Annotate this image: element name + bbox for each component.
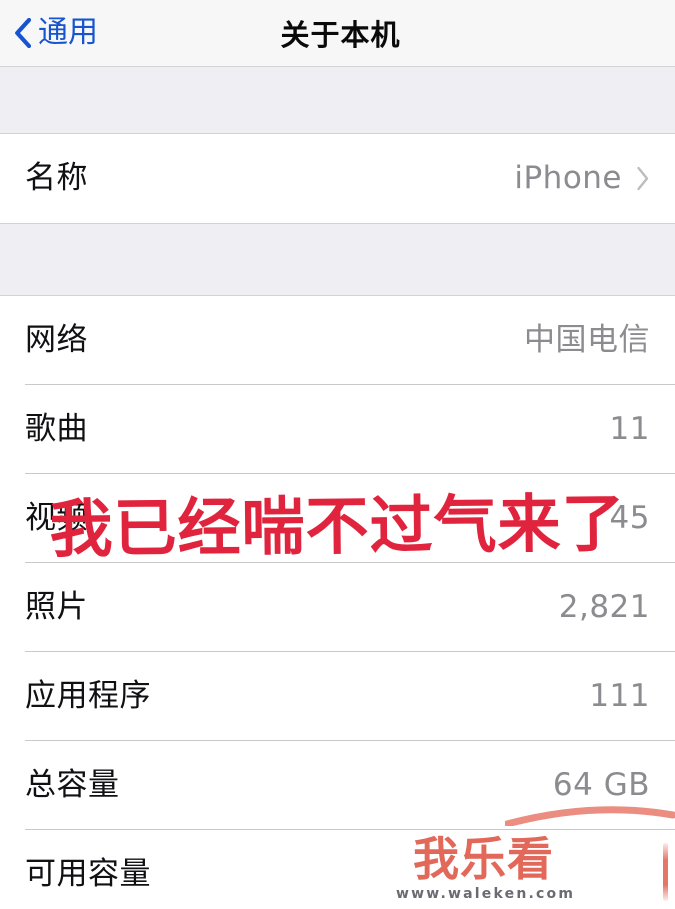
row-accessory-group: iPhone — [514, 163, 650, 194]
row-videos: 视频 45 — [0, 474, 675, 563]
row-accessory-group: 111 — [589, 681, 650, 712]
row-label: 名称 — [25, 160, 88, 196]
page-title: 关于本机 — [280, 18, 401, 52]
section-device-info: 网络 中国电信 歌曲 11 视频 45 照片 2,821 应用程序 111 总容… — [0, 296, 675, 909]
row-device-name[interactable]: 名称 iPhone — [0, 134, 675, 223]
row-label: 歌曲 — [25, 411, 88, 447]
row-value: 2,821 — [558, 589, 650, 625]
row-label: 应用程序 — [25, 678, 151, 714]
row-network: 网络 中国电信 — [0, 296, 675, 385]
row-accessory-group: 11 — [610, 414, 650, 445]
section-device-name: 名称 iPhone — [0, 134, 675, 223]
row-accessory-group: 64 GB — [553, 770, 650, 801]
row-value: iPhone — [514, 160, 622, 196]
navigation-bar: 通用 关于本机 — [0, 0, 675, 67]
row-label: 可用容量 — [25, 856, 151, 892]
row-label: 照片 — [25, 589, 88, 625]
row-accessory-group: 中国电信 — [524, 325, 650, 356]
row-value: 11 — [609, 411, 650, 447]
row-accessory-group: 45 — [610, 503, 650, 534]
row-value: 中国电信 — [524, 322, 650, 358]
section-gap-middle — [0, 223, 675, 296]
row-label: 总容量 — [25, 767, 120, 803]
row-value: 64 GB — [552, 767, 650, 803]
row-songs: 歌曲 11 — [0, 385, 675, 474]
row-available-capacity: 可用容量 — [0, 830, 675, 909]
about-this-device-screen: 通用 关于本机 名称 iPhone 网络 中国电信 歌曲 11 视频 45 照片… — [0, 0, 675, 909]
section-gap-top — [0, 67, 675, 134]
row-photos: 照片 2,821 — [0, 563, 675, 652]
row-total-capacity: 总容量 64 GB — [0, 741, 675, 830]
row-label: 视频 — [25, 500, 88, 536]
chevron-right-icon — [637, 166, 649, 191]
row-value: 45 — [609, 500, 650, 536]
row-label: 网络 — [25, 322, 88, 358]
row-applications: 应用程序 111 — [0, 652, 675, 741]
row-value: 111 — [589, 678, 650, 714]
row-accessory-group: 2,821 — [559, 592, 650, 623]
